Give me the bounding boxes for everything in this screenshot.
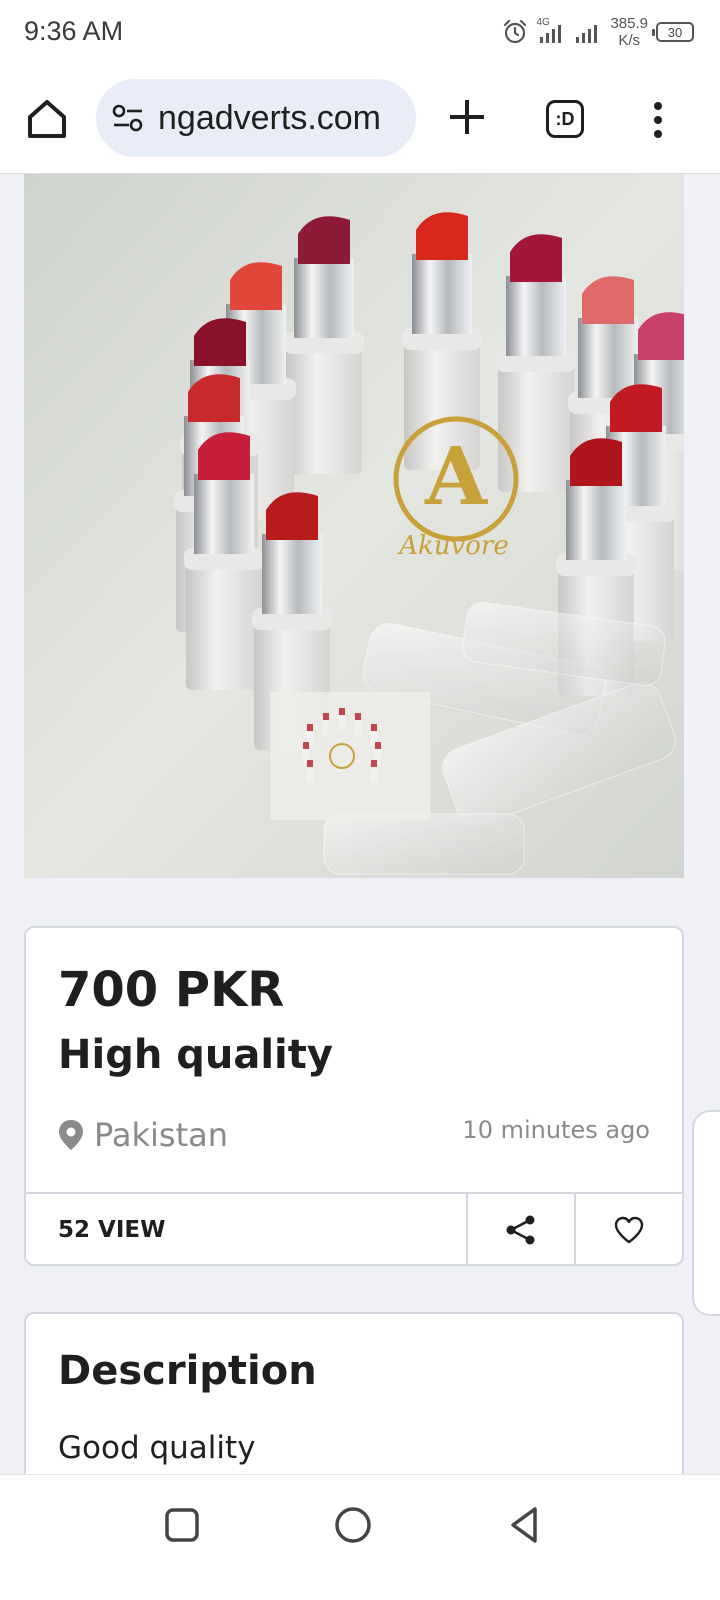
side-edge-tab[interactable]	[692, 1110, 720, 1316]
back-icon[interactable]	[503, 1503, 547, 1547]
status-time: 9:36 AM	[24, 16, 124, 46]
listing-title: High quality	[58, 1032, 333, 1078]
home-nav-icon[interactable]	[331, 1503, 375, 1547]
site-settings-icon[interactable]	[110, 100, 146, 136]
lipstick-photo: A Akuvore	[24, 174, 684, 878]
tabs-label: :D	[555, 108, 575, 129]
signal-bars-icon-2	[576, 25, 598, 43]
status-icons: 4G 385.9 K/s 30	[502, 14, 694, 50]
signal-4g: 4G	[536, 17, 566, 45]
alarm-icon	[504, 19, 527, 44]
recents-icon[interactable]	[160, 1503, 204, 1547]
battery-level: 30	[667, 24, 683, 40]
location-pin-icon	[59, 1120, 83, 1150]
browser-toolbar: ngadverts.com :D	[0, 66, 720, 174]
posted-time: 10 minutes ago	[462, 1116, 650, 1144]
share-button[interactable]	[466, 1194, 574, 1266]
listing-actions: 52 VIEW	[26, 1192, 682, 1266]
view-count: 52 VIEW	[58, 1217, 166, 1243]
status-bar: 9:36 AM 4G 385.9 K/s 30	[0, 0, 720, 66]
description-heading: Description	[58, 1348, 317, 1394]
net-speed-value: 385.9	[610, 15, 648, 32]
net-speed-unit: K/s	[618, 32, 641, 49]
svg-text:Akuvore: Akuvore	[397, 531, 508, 561]
location-text: Pakistan	[94, 1116, 228, 1154]
navigation-bar	[0, 1474, 720, 1600]
share-icon	[506, 1215, 535, 1245]
plus-icon[interactable]	[446, 96, 488, 138]
listing-location: Pakistan	[58, 1116, 228, 1154]
product-image[interactable]: A Akuvore	[24, 174, 684, 878]
description-text: Good quality	[58, 1430, 256, 1466]
listing-price: 700 PKR	[58, 962, 285, 1018]
more-vertical-icon[interactable]	[646, 100, 670, 140]
battery-icon: 30	[652, 22, 694, 42]
listing-info-card: 700 PKR High quality Pakistan 10 minutes…	[24, 926, 684, 1266]
url-text[interactable]: ngadverts.com	[158, 99, 381, 138]
home-icon[interactable]	[24, 96, 70, 142]
thumbnail-overlay	[270, 692, 430, 820]
net-speed: 385.9 K/s	[610, 15, 648, 49]
heart-icon	[614, 1216, 644, 1244]
network-label: 4G	[536, 17, 550, 28]
tabs-icon[interactable]: :D	[546, 100, 584, 138]
favorite-button[interactable]	[574, 1194, 682, 1266]
svg-text:A: A	[424, 429, 488, 523]
url-bar[interactable]: ngadverts.com	[96, 79, 416, 157]
